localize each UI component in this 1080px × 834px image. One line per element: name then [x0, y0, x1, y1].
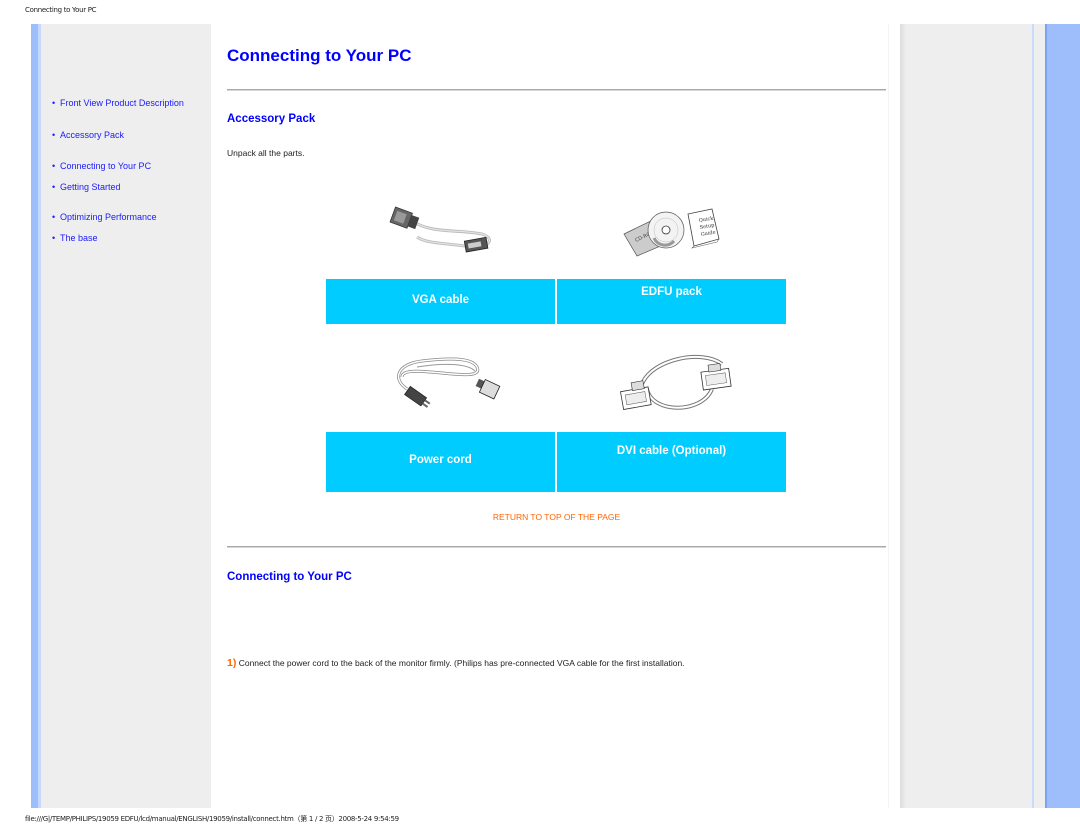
sidebar-item-front-view[interactable]: • Front View Product Description — [52, 98, 184, 108]
page-header: Connecting to Your PC — [25, 6, 97, 14]
bullet-icon: • — [52, 182, 56, 192]
power-cord-image — [397, 357, 501, 408]
sidebar-link[interactable]: Optimizing Performance — [60, 212, 157, 222]
sidebar-link[interactable]: Front View Product Description — [60, 98, 184, 108]
sidebar-link[interactable]: Getting Started — [60, 182, 121, 192]
sidebar-panel — [41, 24, 211, 808]
connecting-heading: Connecting to Your PC — [227, 571, 352, 583]
step-text: Connect the power cord to the back of th… — [236, 658, 685, 668]
bullet-icon: • — [52, 212, 56, 222]
left-decorative-stripe — [31, 24, 41, 808]
bullet-icon: • — [52, 233, 56, 243]
vga-cable-image — [389, 206, 491, 253]
sidebar-link[interactable]: Connecting to Your PC — [60, 161, 151, 171]
step-1: 1) Connect the power cord to the back of… — [227, 656, 707, 670]
right-gap-panel — [1034, 24, 1045, 808]
edfu-pack-label-box: EDFU pack — [557, 279, 786, 324]
right-decorative-stripe — [1045, 24, 1080, 808]
sidebar-item-connecting[interactable]: • Connecting to Your PC — [52, 161, 151, 171]
divider — [227, 546, 886, 548]
vga-cable-label-box: VGA cable — [326, 279, 555, 324]
dvi-cable-image — [620, 355, 732, 410]
intro-text: Unpack all the parts. — [227, 148, 305, 158]
dvi-cable-label-box: DVI cable (Optional) — [557, 432, 786, 492]
sidebar-item-the-base[interactable]: • The base — [52, 233, 98, 243]
power-cord-label-box: Power cord — [326, 432, 555, 492]
accessory-pack-heading: Accessory Pack — [227, 113, 316, 125]
right-panel — [900, 24, 1033, 808]
vga-cable-label: VGA cable — [411, 294, 470, 306]
bullet-icon: • — [52, 161, 56, 171]
content-edge-line — [888, 24, 889, 808]
return-to-top-link[interactable]: RETURN TO TOP OF THE PAGE — [227, 512, 886, 522]
page-footer: file:///G|/TEMP/PHILIPS/19059 EDFU/lcd/m… — [25, 815, 399, 823]
edfu-pack-image: CD-ROM Quick Setup Guide — [623, 208, 720, 257]
page-title: Connecting to Your PC — [227, 46, 412, 65]
sidebar-item-optimizing[interactable]: • Optimizing Performance — [52, 212, 157, 222]
bullet-icon: • — [52, 130, 56, 140]
dvi-cable-label: DVI cable (Optional) — [616, 445, 727, 457]
sidebar-item-accessory-pack[interactable]: • Accessory Pack — [52, 130, 124, 140]
bullet-icon: • — [52, 98, 56, 108]
power-cord-label: Power cord — [409, 454, 472, 466]
sidebar-link[interactable]: The base — [60, 233, 98, 243]
edfu-pack-label: EDFU pack — [641, 286, 702, 298]
sidebar-link[interactable]: Accessory Pack — [60, 130, 124, 140]
divider — [227, 89, 886, 91]
sidebar-item-getting-started[interactable]: • Getting Started — [52, 182, 121, 192]
step-number: 1) — [227, 657, 237, 669]
